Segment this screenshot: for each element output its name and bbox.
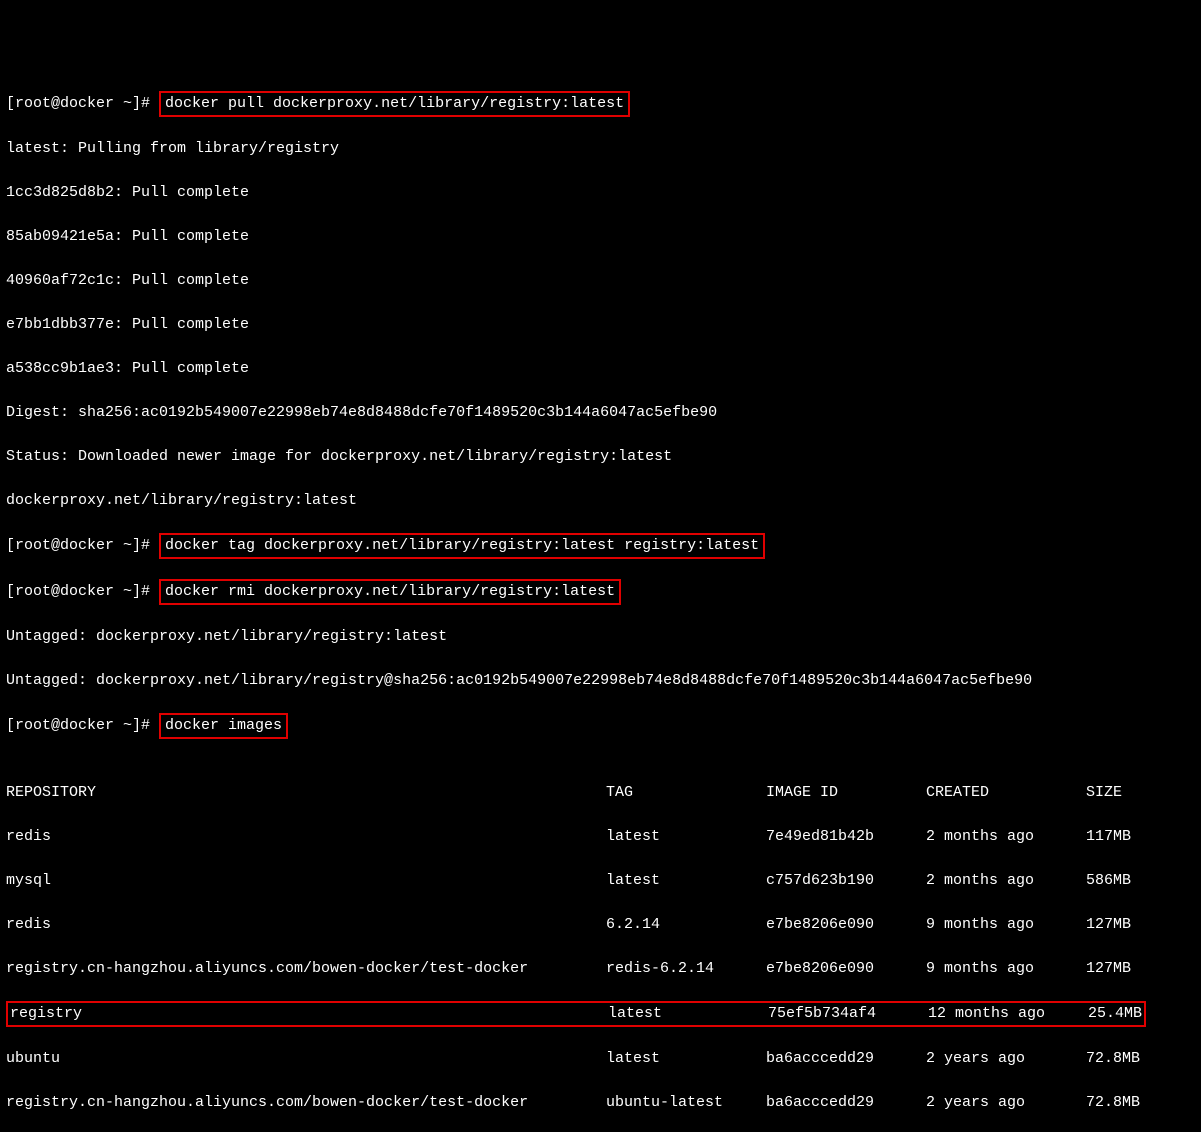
shell-prompt: [root@docker ~]# xyxy=(6,95,159,112)
output-line: 1cc3d825d8b2: Pull complete xyxy=(6,182,1195,204)
col-header-size: SIZE xyxy=(1086,782,1122,804)
table-row: registry.cn-hangzhou.aliyuncs.com/bowen-… xyxy=(6,1092,1195,1114)
highlighted-command-images: docker images xyxy=(159,713,288,739)
table-row: mysqllatestc757d623b1902 months ago586MB xyxy=(6,870,1195,892)
highlighted-command-pull: docker pull dockerproxy.net/library/regi… xyxy=(159,91,630,117)
prompt-line-4: [root@docker ~]# docker images xyxy=(6,714,1195,738)
shell-prompt: [root@docker ~]# xyxy=(6,583,159,600)
output-line: dockerproxy.net/library/registry:latest xyxy=(6,490,1195,512)
col-header-created: CREATED xyxy=(926,782,1086,804)
col-header-repository: REPOSITORY xyxy=(6,782,606,804)
output-line: 85ab09421e5a: Pull complete xyxy=(6,226,1195,248)
col-header-tag: TAG xyxy=(606,782,766,804)
output-line: a538cc9b1ae3: Pull complete xyxy=(6,358,1195,380)
output-line: Digest: sha256:ac0192b549007e22998eb74e8… xyxy=(6,402,1195,424)
highlighted-command-tag: docker tag dockerproxy.net/library/regis… xyxy=(159,533,765,559)
output-line: latest: Pulling from library/registry xyxy=(6,138,1195,160)
prompt-line-3: [root@docker ~]# docker rmi dockerproxy.… xyxy=(6,580,1195,604)
highlighted-command-rmi: docker rmi dockerproxy.net/library/regis… xyxy=(159,579,621,605)
table-row: redislatest7e49ed81b42b2 months ago117MB xyxy=(6,826,1195,848)
col-header-image-id: IMAGE ID xyxy=(766,782,926,804)
output-line: Untagged: dockerproxy.net/library/regist… xyxy=(6,670,1195,692)
output-line: Status: Downloaded newer image for docke… xyxy=(6,446,1195,468)
shell-prompt: [root@docker ~]# xyxy=(6,717,159,734)
highlighted-registry-row: registrylatest75ef5b734af412 months ago2… xyxy=(6,1001,1146,1027)
table-row: ubuntulatestba6acccedd292 years ago72.8M… xyxy=(6,1048,1195,1070)
table-row-highlighted: registrylatest75ef5b734af412 months ago2… xyxy=(6,1002,1195,1026)
table-row: redis6.2.14e7be8206e0909 months ago127MB xyxy=(6,914,1195,936)
table-row: registry.cn-hangzhou.aliyuncs.com/bowen-… xyxy=(6,958,1195,980)
output-line: e7bb1dbb377e: Pull complete xyxy=(6,314,1195,336)
shell-prompt: [root@docker ~]# xyxy=(6,537,159,554)
prompt-line-2: [root@docker ~]# docker tag dockerproxy.… xyxy=(6,534,1195,558)
prompt-line-1: [root@docker ~]# docker pull dockerproxy… xyxy=(6,92,1195,116)
output-line: 40960af72c1c: Pull complete xyxy=(6,270,1195,292)
table-header: REPOSITORYTAGIMAGE IDCREATEDSIZE xyxy=(6,782,1195,804)
output-line: Untagged: dockerproxy.net/library/regist… xyxy=(6,626,1195,648)
images-table: REPOSITORYTAGIMAGE IDCREATEDSIZE redisla… xyxy=(6,760,1195,1132)
